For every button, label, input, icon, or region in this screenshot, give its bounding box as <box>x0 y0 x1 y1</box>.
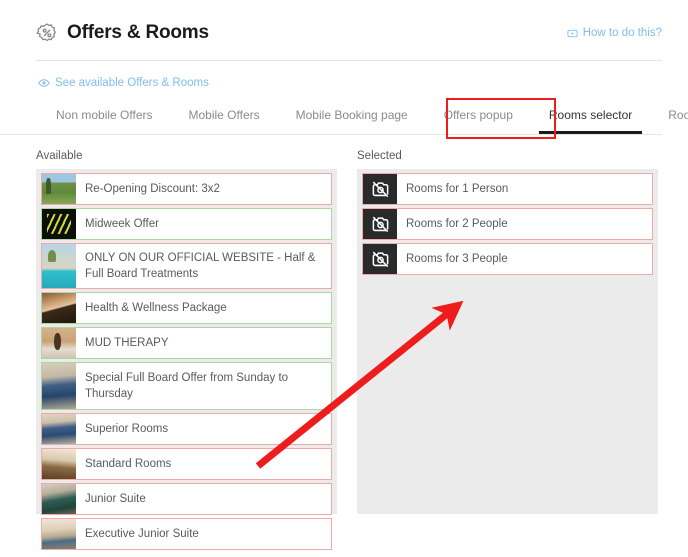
tab-mobile-offers[interactable]: Mobile Offers <box>171 98 278 134</box>
list-item[interactable]: MUD THERAPY <box>41 327 332 359</box>
item-thumbnail <box>42 328 76 358</box>
item-thumbnail <box>42 519 76 549</box>
item-label: ONLY ON OUR OFFICIAL WEBSITE - Half & Fu… <box>76 244 331 288</box>
tab-mobile-booking-page[interactable]: Mobile Booking page <box>278 98 426 134</box>
item-thumbnail <box>42 244 76 288</box>
item-thumbnail <box>42 414 76 444</box>
see-available-offers-rooms-link[interactable]: See available Offers & Rooms <box>38 77 209 89</box>
list-item[interactable]: Health & Wellness Package <box>41 292 332 324</box>
item-thumbnail <box>42 293 76 323</box>
see-available-label: See available Offers & Rooms <box>55 77 209 89</box>
item-label: Standard Rooms <box>76 449 331 479</box>
video-icon <box>567 28 578 39</box>
page-title: Offers & Rooms <box>67 22 209 44</box>
no-image-icon <box>363 244 397 274</box>
item-label: Executive Junior Suite <box>76 519 331 549</box>
item-thumbnail <box>42 484 76 514</box>
item-thumbnail <box>363 244 397 274</box>
page-header: Offers & Rooms How to do this? <box>0 0 688 44</box>
item-thumbnail <box>363 174 397 204</box>
list-item[interactable]: Rooms for 3 People <box>362 243 653 275</box>
list-item[interactable]: Rooms for 1 Person <box>362 173 653 205</box>
item-label: Rooms for 3 People <box>397 244 652 274</box>
tab-rooms-selector[interactable]: Rooms selector <box>531 98 650 134</box>
item-label: Junior Suite <box>76 484 331 514</box>
list-item[interactable]: Executive Junior Suite <box>41 518 332 550</box>
item-label: Rooms for 2 People <box>397 209 652 239</box>
how-to-do-this-label: How to do this? <box>583 27 662 39</box>
available-column-label: Available <box>36 150 337 162</box>
selector-columns: Available Re-Opening Discount: 3x2 Midwe… <box>0 150 688 514</box>
no-image-icon <box>363 209 397 239</box>
selected-column-label: Selected <box>357 150 658 162</box>
list-item[interactable]: Re-Opening Discount: 3x2 <box>41 173 332 205</box>
tab-non-mobile-offers[interactable]: Non mobile Offers <box>38 98 171 134</box>
header-divider <box>36 60 662 61</box>
item-label: Health & Wellness Package <box>76 293 331 323</box>
list-item[interactable]: Special Full Board Offer from Sunday to … <box>41 362 332 410</box>
list-item[interactable]: Junior Suite <box>41 483 332 515</box>
selected-list[interactable]: Rooms for 1 Person Rooms for 2 People <box>357 169 658 514</box>
available-column: Available Re-Opening Discount: 3x2 Midwe… <box>36 150 337 514</box>
list-item[interactable]: Rooms for 2 People <box>362 208 653 240</box>
list-item[interactable]: Superior Rooms <box>41 413 332 445</box>
item-label: Superior Rooms <box>76 414 331 444</box>
tab-bar: Non mobile Offers Mobile Offers Mobile B… <box>0 98 662 135</box>
tabs-container: Non mobile Offers Mobile Offers Mobile B… <box>0 98 688 135</box>
item-thumbnail <box>42 449 76 479</box>
eye-icon <box>38 77 50 89</box>
item-label: Re-Opening Discount: 3x2 <box>76 174 331 204</box>
selected-column: Selected Rooms for 1 Person <box>357 150 658 514</box>
item-label: Special Full Board Offer from Sunday to … <box>76 363 331 409</box>
how-to-do-this-link[interactable]: How to do this? <box>567 27 662 39</box>
item-thumbnail <box>42 363 76 409</box>
tab-rooms-page[interactable]: Rooms page <box>650 98 688 134</box>
item-label: Midweek Offer <box>76 209 331 239</box>
tab-offers-popup[interactable]: Offers popup <box>426 98 531 134</box>
no-image-icon <box>363 174 397 204</box>
item-thumbnail <box>363 209 397 239</box>
title-group: Offers & Rooms <box>36 22 209 44</box>
available-list[interactable]: Re-Opening Discount: 3x2 Midweek Offer O… <box>36 169 337 514</box>
item-thumbnail <box>42 209 76 239</box>
item-label: MUD THERAPY <box>76 328 331 358</box>
list-item[interactable]: Standard Rooms <box>41 448 332 480</box>
list-item[interactable]: ONLY ON OUR OFFICIAL WEBSITE - Half & Fu… <box>41 243 332 289</box>
discount-badge-icon <box>36 22 58 44</box>
item-label: Rooms for 1 Person <box>397 174 652 204</box>
item-thumbnail <box>42 174 76 204</box>
list-item[interactable]: Midweek Offer <box>41 208 332 240</box>
